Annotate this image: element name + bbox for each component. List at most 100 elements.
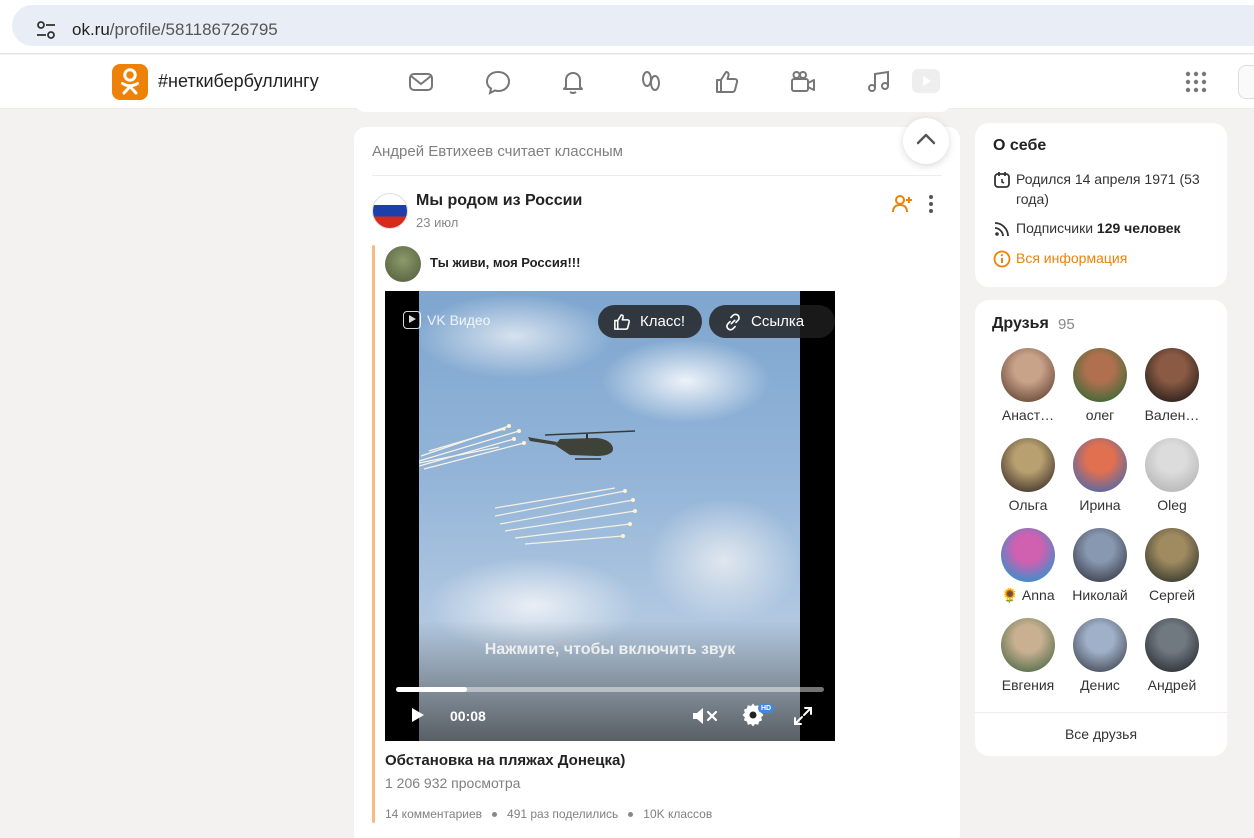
bell-icon[interactable]	[559, 68, 587, 96]
friend-avatar[interactable]	[1001, 348, 1055, 402]
class-like-label: Класс!	[640, 313, 685, 330]
hd-badge: HD	[758, 704, 775, 713]
friend-avatar[interactable]	[1073, 528, 1127, 582]
browser-address-bar: ok.ru/profile/581186726795	[0, 0, 1254, 54]
friend-avatar[interactable]	[1145, 618, 1199, 672]
friend-avatar[interactable]	[1145, 348, 1199, 402]
likes-count[interactable]: 10K классов	[643, 807, 712, 821]
feed-activity-header[interactable]: Андрей Евтихеев считает классным	[372, 143, 623, 160]
birthday-row: Родился 14 апреля 1971 (53 года)	[993, 169, 1223, 211]
friend-name[interactable]: Евгения	[992, 677, 1064, 693]
friend-avatar[interactable]	[1001, 438, 1055, 492]
copy-link-button[interactable]: Ссылка	[709, 305, 835, 338]
video-progress-bar[interactable]	[396, 687, 824, 692]
post-stats: 14 комментариев 491 раз поделились 10K к…	[385, 807, 712, 821]
muted-volume-icon[interactable]	[691, 705, 719, 727]
friend-avatar[interactable]	[1073, 438, 1127, 492]
video-views: 1 206 932 просмотра	[385, 775, 521, 791]
friends-title[interactable]: Друзья	[992, 315, 1049, 333]
group-name-link[interactable]: Мы родом из России	[416, 192, 582, 210]
guests-icon[interactable]	[637, 68, 665, 96]
profile-menu-button[interactable]	[1238, 65, 1254, 99]
friend-name[interactable]: олег	[1064, 407, 1136, 423]
friend-item[interactable]: 🌻 Anna	[992, 528, 1064, 604]
friend-item[interactable]: Вален…	[1136, 348, 1208, 423]
brand-hashtag[interactable]: #неткибербуллингу	[158, 71, 319, 92]
friend-avatar[interactable]	[1001, 618, 1055, 672]
repost-author-avatar[interactable]	[385, 246, 421, 282]
all-friends-link[interactable]: Все друзья	[975, 726, 1227, 742]
friend-name[interactable]: Oleg	[1136, 497, 1208, 513]
comments-count[interactable]: 14 комментариев	[385, 807, 482, 821]
url-field[interactable]: ok.ru/profile/581186726795	[12, 5, 1254, 46]
group-avatar[interactable]	[372, 193, 408, 229]
friends-count: 95	[1058, 316, 1075, 333]
birthday-text: Родился 14 апреля 1971 (53 года)	[1016, 171, 1200, 207]
video-time: 00:08	[450, 708, 486, 724]
previous-post-edge	[354, 100, 952, 112]
camera-icon[interactable]	[789, 68, 817, 96]
all-info-link[interactable]: Вся информация	[993, 248, 1223, 270]
friend-avatar[interactable]	[1001, 528, 1055, 582]
shares-count[interactable]: 491 раз поделились	[507, 807, 618, 821]
more-options-icon[interactable]	[922, 193, 940, 215]
like-icon[interactable]	[713, 68, 741, 96]
unmute-hint[interactable]: Нажмите, чтобы включить звук	[385, 641, 835, 659]
friend-avatar[interactable]	[1145, 528, 1199, 582]
chat-icon[interactable]	[484, 68, 512, 96]
separator-dot	[492, 811, 498, 817]
vk-video-logo[interactable]: VK Видео	[403, 311, 490, 329]
ok-logo-icon[interactable]	[112, 64, 148, 100]
friend-avatar[interactable]	[1073, 348, 1127, 402]
friend-name[interactable]: Денис	[1064, 677, 1136, 693]
video-player[interactable]: VK Видео Класс! Ссылка Нажмите, чтобы вк…	[385, 291, 835, 741]
fullscreen-icon[interactable]	[792, 705, 814, 727]
friend-name[interactable]: Анаст…	[992, 407, 1064, 423]
copy-link-label: Ссылка	[751, 313, 805, 330]
mail-icon[interactable]	[407, 68, 435, 96]
video-title[interactable]: Обстановка на пляжах Донецка)	[385, 752, 625, 769]
flares-graphic-lower	[495, 487, 637, 545]
about-title: О себе	[993, 137, 1047, 154]
friend-item[interactable]: Анаст…	[992, 348, 1064, 423]
join-group-icon[interactable]	[892, 193, 914, 215]
friend-item[interactable]: олег	[1064, 348, 1136, 423]
link-icon	[726, 312, 740, 331]
apps-grid-icon[interactable]	[1184, 70, 1208, 94]
friend-avatar[interactable]	[1073, 618, 1127, 672]
friend-name[interactable]: Николай	[1064, 587, 1136, 603]
vk-video-label: VK Видео	[427, 312, 491, 328]
friend-item[interactable]: Oleg	[1136, 438, 1208, 513]
friends-card: Друзья 95 Анаст… олег Вален… Ольга Ирина Oleg…	[975, 300, 1227, 756]
post-date[interactable]: 23 июл	[416, 215, 458, 230]
site-settings-icon[interactable]	[34, 19, 58, 41]
class-like-button[interactable]: Класс!	[598, 305, 702, 338]
friend-item[interactable]: Ольга	[992, 438, 1064, 513]
play-icon[interactable]	[407, 705, 427, 725]
repost-text: Ты живи, моя Россия!!!	[430, 255, 581, 270]
friend-item[interactable]: Андрей	[1136, 618, 1208, 693]
friend-item[interactable]: Евгения	[992, 618, 1064, 693]
friend-name[interactable]: 🌻 Anna	[992, 587, 1064, 604]
friend-name[interactable]: Сергей	[1136, 587, 1208, 603]
divider	[975, 712, 1227, 713]
friend-name[interactable]: Андрей	[1136, 677, 1208, 693]
friend-name[interactable]: Ольга	[992, 497, 1064, 513]
friend-item[interactable]: Николай	[1064, 528, 1136, 603]
friend-item[interactable]: Сергей	[1136, 528, 1208, 603]
friend-name[interactable]: Вален…	[1136, 407, 1208, 423]
followers-label: Подписчики	[1016, 220, 1094, 236]
friend-avatar[interactable]	[1145, 438, 1199, 492]
url-text[interactable]: ok.ru/profile/581186726795	[72, 20, 278, 40]
rss-icon	[994, 222, 1009, 237]
friend-item[interactable]: Денис	[1064, 618, 1136, 693]
followers-row[interactable]: Подписчики 129 человек	[993, 218, 1223, 240]
music-icon[interactable]	[865, 68, 893, 96]
about-card: О себе Родился 14 апреля 1971 (53 года) …	[975, 123, 1227, 287]
info-icon	[993, 250, 1011, 268]
friend-name[interactable]: Ирина	[1064, 497, 1136, 513]
video-icon[interactable]	[912, 69, 940, 93]
divider	[372, 175, 942, 176]
scroll-to-top-button[interactable]	[903, 118, 949, 164]
friend-item[interactable]: Ирина	[1064, 438, 1136, 513]
